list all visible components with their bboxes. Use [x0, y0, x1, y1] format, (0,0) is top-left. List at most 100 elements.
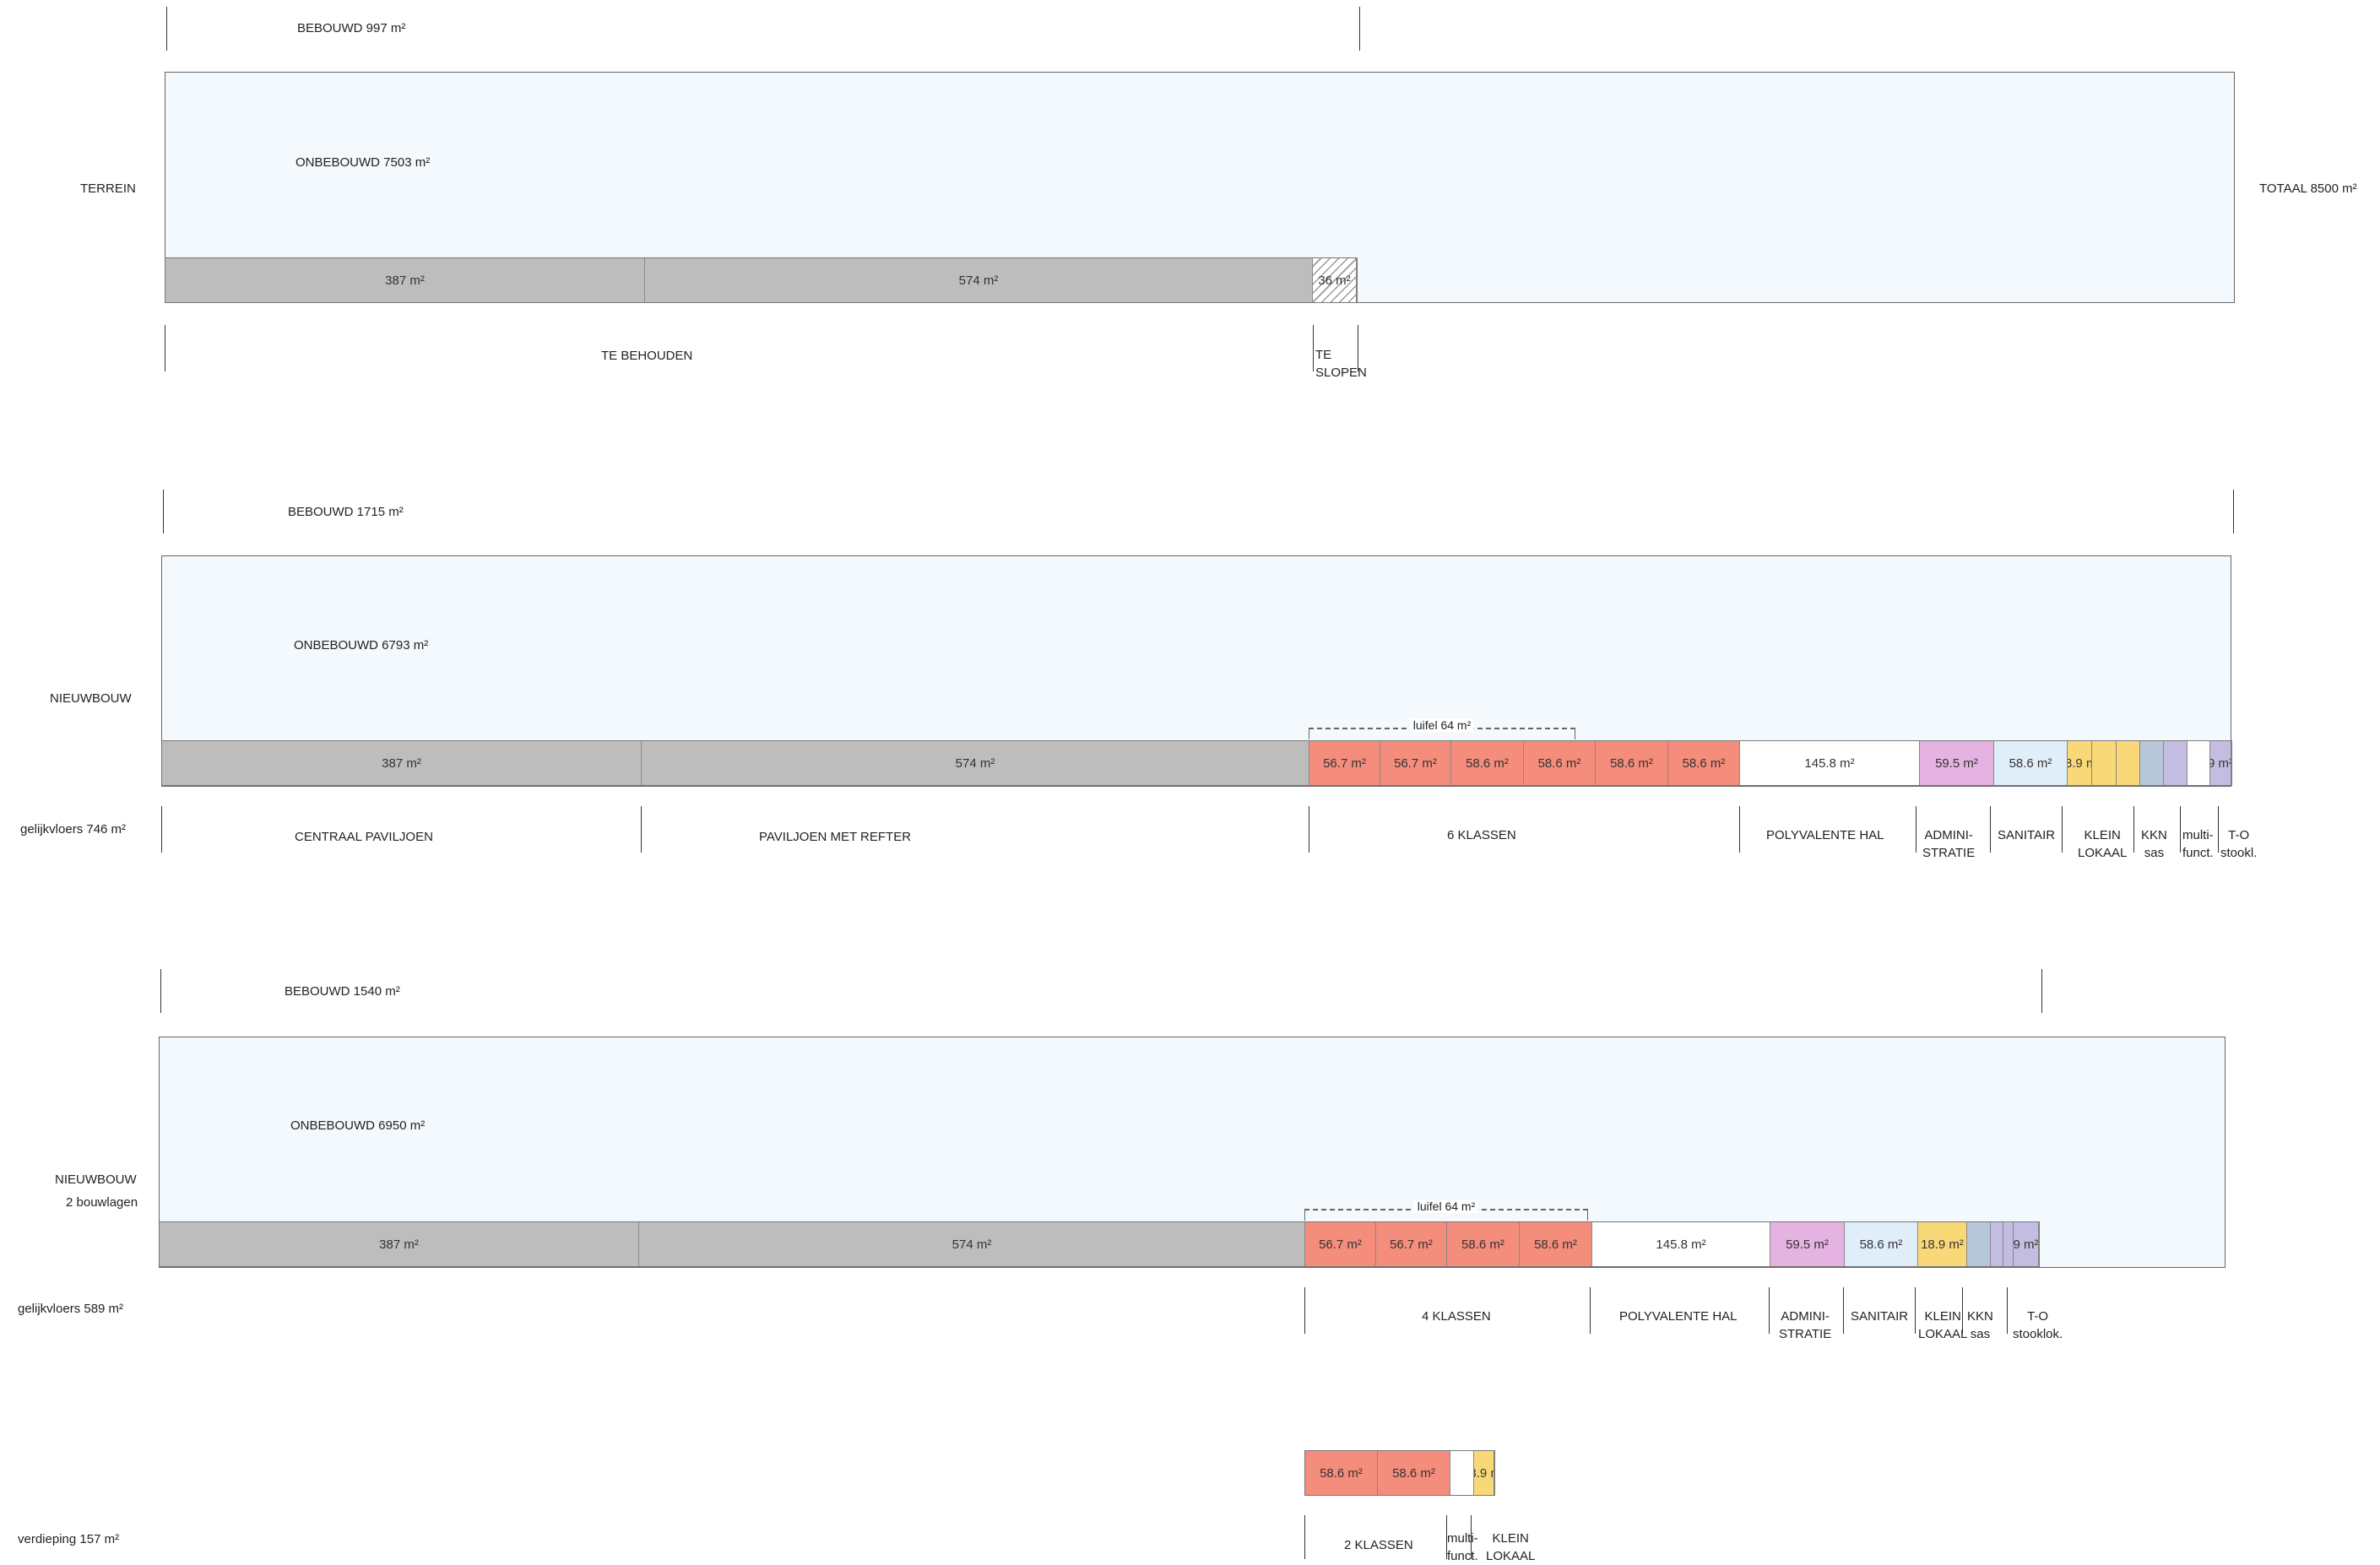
area-cell-sas [1991, 1222, 2003, 1266]
area-cell-klas: 58.6 m² [1447, 1222, 1520, 1266]
bebouwd-label: BEBOUWD 1715 m² [288, 505, 404, 519]
area-cell: 387 m² [162, 741, 642, 785]
bebouwd-extent-left-tick [160, 969, 161, 1013]
group-label-kkn-sas: KKN sas [2141, 828, 2167, 860]
area-cell-polyvalente-hal: 145.8 m² [1740, 741, 1920, 785]
group-tick [2133, 806, 2134, 853]
area-cell: 574 m² [642, 741, 1309, 785]
area-cell-demolish: 36 m² [1313, 258, 1357, 302]
area-cell-administratie: 59.5 m² [1770, 1222, 1845, 1266]
totaal-label: TOTAAL 8500 m² [2259, 181, 2357, 196]
area-cell-klein-lokaal [2117, 741, 2140, 785]
area-cell-klas: 58.6 m² [1524, 741, 1596, 785]
group-tick [161, 806, 162, 853]
floor-area-gelijkvloers: gelijkvloers 589 m² [18, 1302, 124, 1316]
area-cell-klein-lokaal: 18.9 m² [1474, 1451, 1494, 1495]
area-cell-multifunct [1450, 1451, 1474, 1495]
area-cell-klas: 58.6 m² [1451, 741, 1524, 785]
area-cell-klas: 58.6 m² [1305, 1451, 1378, 1495]
area-cell-sas [2164, 741, 2188, 785]
group-tick [1590, 1287, 1591, 1334]
group-tick [2007, 1287, 2008, 1334]
area-cell: 574 m² [645, 258, 1313, 302]
group-label-multifunct: multi- funct. [2182, 828, 2214, 860]
group-label-6-klassen: 6 KLASSEN [1447, 828, 1516, 842]
nieuwbouw-2-built-strip: 387 m² 574 m² 56.7 m² 56.7 m² 58.6 m² 58… [159, 1221, 2040, 1267]
group-label-klein-lokaal: KLEIN LOKAAL [2078, 828, 2128, 860]
group-label-administratie: ADMINI- STRATIE [1922, 828, 1976, 860]
verdieping-built-strip: 58.6 m² 58.6 m² 18.9 m² [1304, 1450, 1495, 1496]
group-label-paviljoen-met-refter: PAVILJOEN MET REFTER [759, 830, 912, 844]
group-label-te-behouden: TE BEHOUDEN [601, 349, 693, 363]
group-label-kkn-sas: KKN sas [1967, 1309, 1993, 1341]
area-cell-administratie: 59.5 m² [1920, 741, 1994, 785]
area-cell-kkn [2140, 741, 2164, 785]
group-label-centraal-paviljoen: CENTRAAL PAVILJOEN [295, 830, 433, 844]
area-cell-kkn [1967, 1222, 1991, 1266]
area-cell: 574 m² [639, 1222, 1305, 1266]
group-label-administratie: ADMINI- STRATIE [1779, 1309, 1832, 1341]
bebouwd-label: BEBOUWD 997 m² [297, 21, 406, 35]
group-tick [1313, 325, 1314, 371]
area-cell-klein-lokaal [2092, 741, 2117, 785]
bebouwd-extent-left-tick [163, 490, 164, 533]
row-label-terrein: TERREIN [80, 181, 136, 196]
group-tick [1769, 1287, 1770, 1334]
luifel-canopy: luifel 64 m² [1309, 718, 1575, 739]
area-cell-klas: 58.6 m² [1520, 1222, 1592, 1266]
area-cell-klein-lokaal: 18.9 m² [1918, 1222, 1967, 1266]
group-tick [2062, 806, 2063, 853]
bebouwd-extent-right-tick [2041, 969, 2042, 1013]
area-cell-sanitair: 58.6 m² [1845, 1222, 1918, 1266]
row-label-nieuwbouw-2: NIEUWBOUW [55, 1172, 137, 1187]
group-tick [1739, 806, 1740, 853]
area-cell-klas: 58.6 m² [1378, 1451, 1450, 1495]
group-label-stooklok: T-O stooklok. [2013, 1309, 2063, 1341]
luifel-label: luifel 64 m² [1413, 1199, 1479, 1213]
onbebouwd-label: ONBEBOUWD 7503 m² [295, 155, 431, 170]
group-label-sanitair: SANITAIR [1851, 1309, 1909, 1324]
onbebouwd-label: ONBEBOUWD 6793 m² [294, 638, 429, 653]
bebouwd-extent-left-tick [166, 7, 167, 51]
floor-area-gelijkvloers: gelijkvloers 746 m² [20, 822, 127, 837]
group-label-stookl: T-O stookl. [2220, 828, 2258, 860]
group-tick [1990, 806, 1991, 853]
area-cell: 387 m² [160, 1222, 639, 1266]
area-cell-klas: 56.7 m² [1305, 1222, 1376, 1266]
group-label-multifunct: multi- funct. [1447, 1531, 1478, 1563]
area-cell-klas: 58.6 m² [1668, 741, 1740, 785]
group-label-polyvalente-hal: POLYVALENTE HAL [1619, 1309, 1738, 1324]
bebouwd-label: BEBOUWD 1540 m² [285, 984, 400, 999]
group-label-klein-lokaal: KLEIN LOKAAL [1486, 1531, 1536, 1563]
area-cell-klas: 58.6 m² [1596, 741, 1668, 785]
area-cell-klas: 56.7 m² [1380, 741, 1451, 785]
luifel-label: luifel 64 m² [1409, 718, 1475, 732]
group-tick [1915, 1287, 1916, 1334]
group-label-sanitair: SANITAIR [1998, 828, 2056, 842]
luifel-canopy: luifel 64 m² [1304, 1199, 1588, 1221]
group-tick [2180, 806, 2181, 853]
group-tick [1304, 1287, 1305, 1334]
area-cell-klein-lokaal: 18.9 m² [2068, 741, 2092, 785]
bebouwd-extent-right-tick [1359, 7, 1360, 51]
area-cell: 387 m² [165, 258, 645, 302]
area-cell-klas: 56.7 m² [1376, 1222, 1447, 1266]
floor-area-verdieping: verdieping 157 m² [18, 1532, 120, 1546]
bebouwd-extent-right-tick [2233, 490, 2234, 533]
group-label-2-klassen: 2 KLASSEN [1344, 1538, 1413, 1552]
area-cell-stookl: 9 m² [2210, 741, 2231, 785]
group-label-4-klassen: 4 KLASSEN [1422, 1309, 1491, 1324]
nieuwbouw-built-strip: 387 m² 574 m² 56.7 m² 56.7 m² 58.6 m² 58… [161, 740, 2232, 786]
group-label-polyvalente-hal: POLYVALENTE HAL [1766, 828, 1884, 842]
area-cell-stooklok: 9 m² [2014, 1222, 2039, 1266]
group-tick [1304, 1515, 1305, 1559]
area-cell [2003, 1222, 2014, 1266]
group-tick [2218, 806, 2219, 853]
terrein-built-strip: 387 m² 574 m² 36 m² [165, 257, 1358, 303]
row-label-nieuwbouw: NIEUWBOUW [50, 691, 132, 706]
group-label-te-slopen: TE SLOPEN [1315, 348, 1367, 380]
area-cell-sanitair: 58.6 m² [1994, 741, 2068, 785]
area-cell-polyvalente-hal: 145.8 m² [1592, 1222, 1770, 1266]
row-sublabel-bouwlagen: 2 bouwlagen [66, 1195, 138, 1210]
area-diagram: { "section1": { "row_label": "TERREIN", … [0, 0, 2380, 1564]
